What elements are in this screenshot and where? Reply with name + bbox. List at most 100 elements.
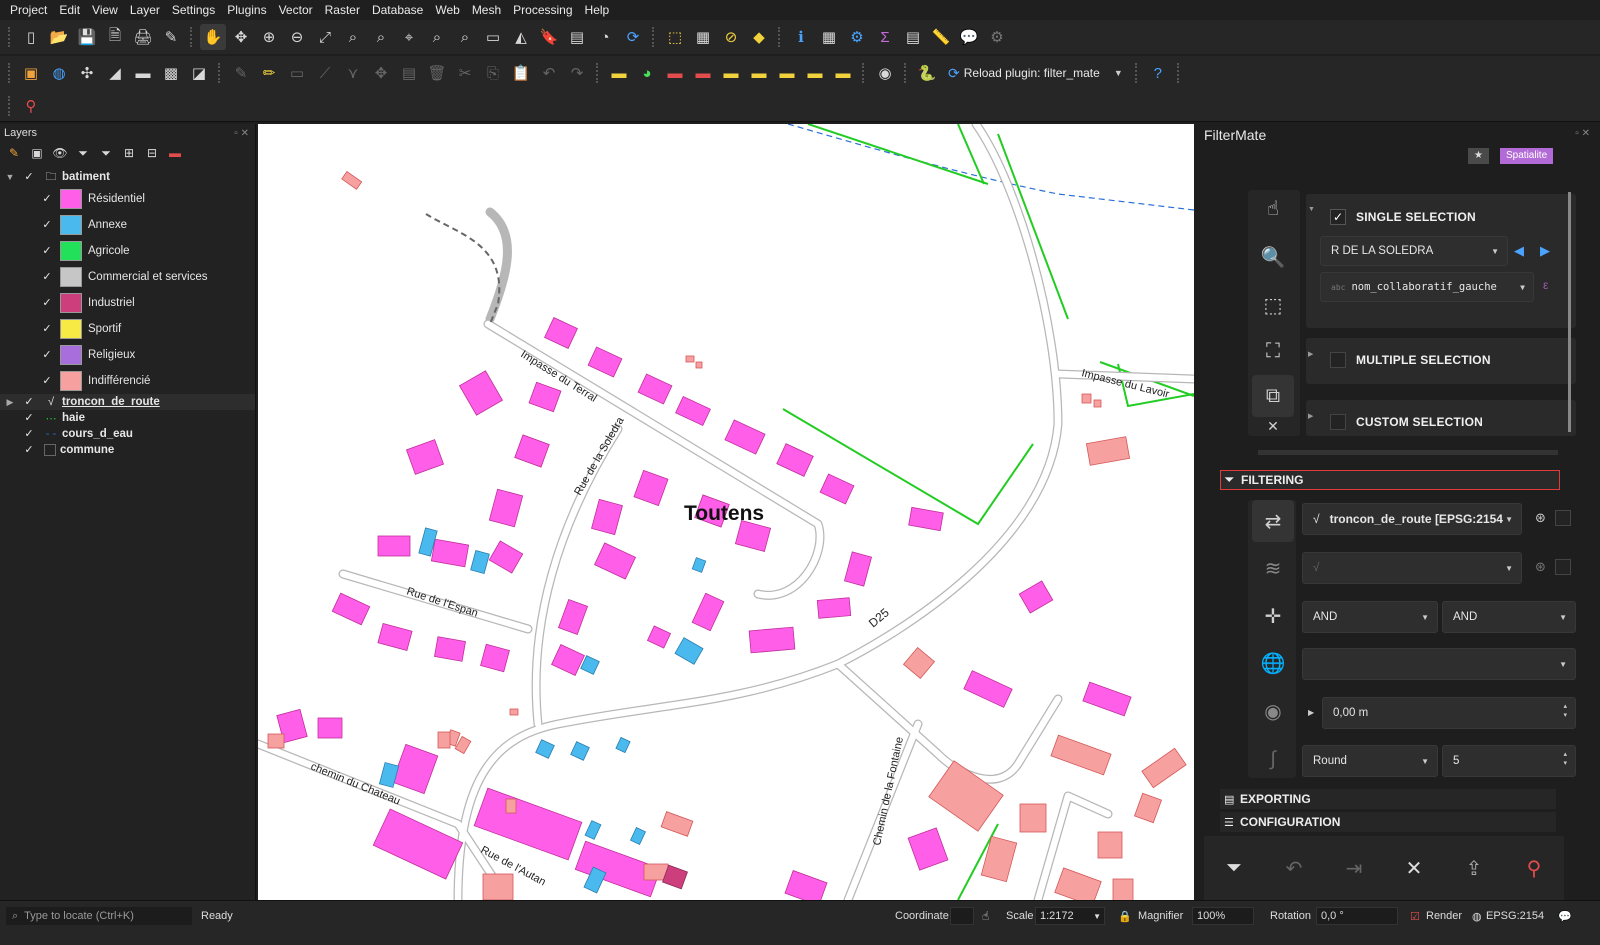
layer-visibility-checkbox[interactable]: ✓: [22, 395, 36, 409]
menu-view[interactable]: View: [86, 3, 124, 17]
legend-item-checkbox[interactable]: ✓: [40, 322, 54, 336]
legend-item-checkbox[interactable]: ✓: [40, 218, 54, 232]
layer-row-commune[interactable]: ✓ commune: [0, 442, 255, 458]
style-manager-icon[interactable]: ✎: [158, 24, 184, 50]
label-tool-icon[interactable]: ▬: [606, 60, 632, 86]
label-show-icon[interactable]: ▬: [718, 60, 744, 86]
export-action-icon[interactable]: ⇪: [1456, 850, 1492, 886]
layer-row-haie[interactable]: ✓ ⋯ haie: [0, 410, 255, 426]
statistics-icon[interactable]: Σ: [872, 24, 898, 50]
globe-plugin-icon[interactable]: ◉: [872, 60, 898, 86]
buffer-style-dropdown[interactable]: Round ▼: [1302, 745, 1438, 777]
toolbar-grip[interactable]: [778, 27, 782, 47]
toolbar-grip[interactable]: [8, 63, 12, 83]
toolbar-grip[interactable]: [8, 95, 12, 116]
multiple-selection-checkbox[interactable]: [1330, 352, 1346, 368]
deselect-icon[interactable]: ⊘: [718, 24, 744, 50]
label-move-icon[interactable]: ▬: [746, 60, 772, 86]
temporal-icon[interactable]: ◔: [592, 24, 618, 50]
paste-icon[interactable]: 📋: [508, 60, 534, 86]
toolbar-grip[interactable]: [8, 27, 12, 47]
label-pin-icon[interactable]: ▬: [690, 60, 716, 86]
messages-icon[interactable]: 💬: [1558, 907, 1572, 925]
pan-to-selection-icon[interactable]: ✥: [228, 24, 254, 50]
zoom-selection-icon[interactable]: ⛶: [1252, 330, 1294, 372]
target-layers-checkbox[interactable]: [1555, 559, 1571, 575]
layers-stack-icon[interactable]: ≋: [1252, 547, 1294, 589]
legend-item[interactable]: ✓ Agricole: [0, 238, 255, 264]
add-vector-icon[interactable]: ✣: [74, 60, 100, 86]
legend-item-checkbox[interactable]: ✓: [40, 348, 54, 362]
print-layout-icon[interactable]: 🖨: [130, 24, 156, 50]
show-bookmarks-icon[interactable]: ▤: [564, 24, 590, 50]
add-wms-icon[interactable]: ▬: [130, 60, 156, 86]
apply-filter-icon[interactable]: ⏷: [1216, 850, 1252, 886]
toolbar-grip[interactable]: [1134, 63, 1139, 83]
combine-operator-2[interactable]: AND ▼: [1442, 601, 1576, 633]
render-checkbox[interactable]: ☑: [1410, 907, 1420, 925]
save-project-icon[interactable]: 💾: [74, 24, 100, 50]
favorite-badge[interactable]: ★: [1468, 148, 1489, 164]
menu-database[interactable]: Database: [366, 3, 429, 17]
delete-selected-icon[interactable]: 🗑: [424, 60, 450, 86]
exploring-hscrollbar[interactable]: [1258, 450, 1558, 455]
remove-layer-icon[interactable]: ▬: [165, 143, 185, 163]
unfilter-icon[interactable]: ✕: [1396, 850, 1432, 886]
add-mesh-icon[interactable]: ▩: [158, 60, 184, 86]
menu-mesh[interactable]: Mesh: [466, 3, 507, 17]
undo-filter-icon[interactable]: ↶: [1276, 850, 1312, 886]
toggle-editing-icon[interactable]: ✏: [256, 60, 282, 86]
zoom-out-icon[interactable]: ⊖: [284, 24, 310, 50]
target-layers-dropdown[interactable]: √ ▼: [1302, 552, 1522, 584]
source-layer-dropdown[interactable]: √ troncon_de_route [EPSG:2154 ▼: [1302, 503, 1522, 535]
select-features-icon[interactable]: ⬚: [662, 24, 688, 50]
map-tips-icon[interactable]: 💬: [956, 24, 982, 50]
expand-arrow-icon[interactable]: ▼: [1308, 206, 1315, 213]
single-feature-dropdown[interactable]: R DE LA SOLEDRA ▼: [1320, 236, 1508, 266]
visibility-icon[interactable]: 👁: [50, 143, 70, 163]
zoom-in-icon[interactable]: ⊕: [256, 24, 282, 50]
help-icon[interactable]: ?: [1145, 60, 1171, 86]
legend-item[interactable]: ✓ Résidentiel: [0, 186, 255, 212]
previous-feature-icon[interactable]: ◀: [1514, 243, 1524, 259]
legend-item[interactable]: ✓ Annexe: [0, 212, 255, 238]
layer-settings-icon[interactable]: ⊛: [1535, 510, 1546, 526]
label-change-icon[interactable]: ▬: [802, 60, 828, 86]
toolbar-grip[interactable]: [190, 27, 194, 47]
toolbar-grip[interactable]: [904, 63, 908, 83]
zoom-full-icon[interactable]: ⤢: [312, 24, 338, 50]
layer-visibility-checkbox[interactable]: ✓: [22, 443, 36, 457]
buffer-icon[interactable]: ◉: [1252, 690, 1294, 732]
panel-close-icon[interactable]: ▫ ✕: [234, 128, 249, 139]
menu-web[interactable]: Web: [429, 3, 465, 17]
exporting-header[interactable]: ▤ EXPORTING: [1220, 789, 1556, 809]
menu-settings[interactable]: Settings: [166, 3, 221, 17]
redo-filter-icon[interactable]: ⇥: [1336, 850, 1372, 886]
new-3d-view-icon[interactable]: ◭: [508, 24, 534, 50]
auto-current-layer-icon[interactable]: ⇄: [1252, 500, 1294, 542]
move-feature-icon[interactable]: ✥: [368, 60, 394, 86]
layer-settings-icon[interactable]: ⊛: [1535, 559, 1546, 575]
toggle-extents-icon[interactable]: ☝: [982, 907, 989, 925]
toolbar-grip[interactable]: [596, 63, 600, 83]
redo-icon[interactable]: ↷: [564, 60, 590, 86]
legend-item-checkbox[interactable]: ✓: [40, 192, 54, 206]
layer-row-troncon_de_route[interactable]: ▶ ✓ √ troncon_de_route: [0, 394, 255, 410]
identify-hand-icon[interactable]: ☝: [1252, 187, 1294, 229]
select-rectangle-icon[interactable]: ⬚: [1252, 284, 1294, 326]
spatial-bookmark-icon[interactable]: 🔖: [536, 24, 562, 50]
filtering-header[interactable]: ⏷ FILTERING: [1220, 470, 1560, 490]
add-combine-icon[interactable]: ✛: [1252, 595, 1294, 637]
layer-visibility-checkbox[interactable]: ✓: [22, 427, 36, 441]
layer-visibility-checkbox[interactable]: ✓: [22, 411, 36, 425]
vertex-tool-icon[interactable]: ⋎: [340, 60, 366, 86]
custom-selection-checkbox[interactable]: [1330, 414, 1346, 430]
digitize-icon[interactable]: ⟋: [312, 60, 338, 86]
python-console-icon[interactable]: 🐍: [914, 60, 940, 86]
attribute-table-icon[interactable]: ▦: [816, 24, 842, 50]
exploring-scrollbar[interactable]: [1568, 192, 1571, 432]
spinner-icon[interactable]: ▴ ▾: [1563, 750, 1567, 768]
geo-predicate-icon[interactable]: 🌐: [1252, 642, 1294, 684]
zoom-native-icon[interactable]: ⌖: [396, 24, 422, 50]
filter-expression-icon[interactable]: ⏷: [96, 143, 116, 163]
